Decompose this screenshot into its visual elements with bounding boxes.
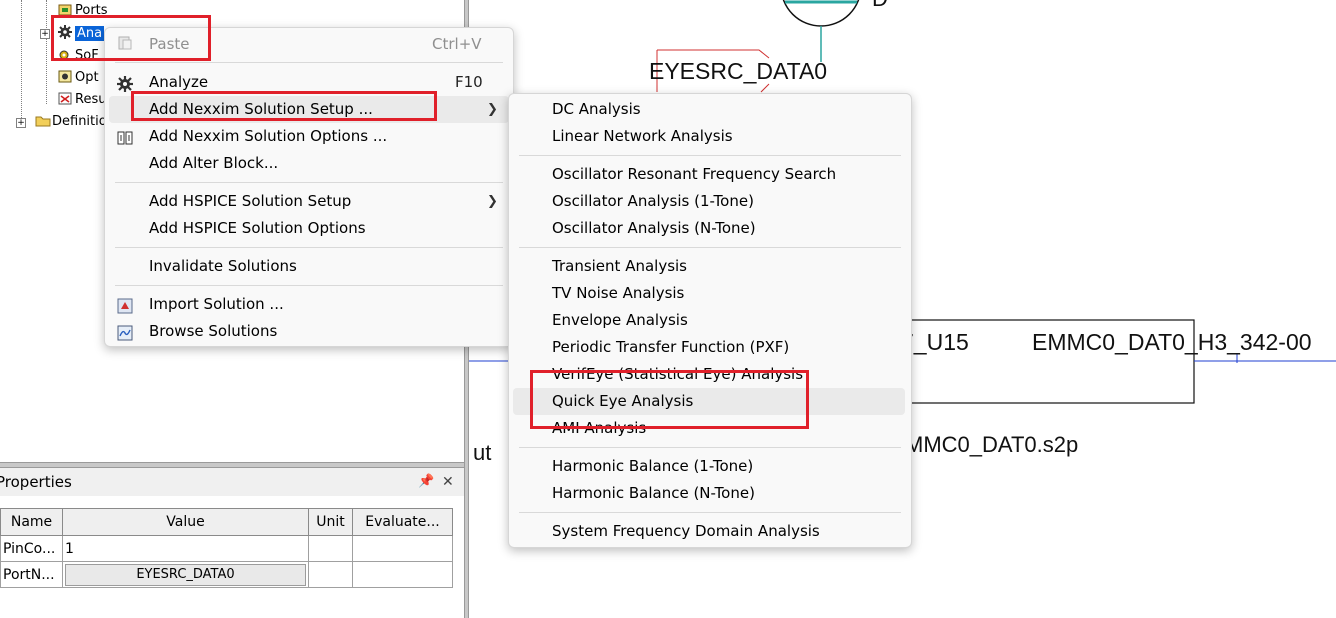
- menu-item-add-nexxim-setup[interactable]: Add Nexxim Solution Setup ... ❯: [109, 96, 509, 123]
- chevron-right-icon: ❯: [487, 102, 498, 117]
- menu-item-browse-solutions[interactable]: Browse Solutions: [105, 318, 513, 345]
- menu-separator: [115, 247, 503, 248]
- browse-icon: [117, 323, 133, 350]
- tree-item-label: SoF: [75, 48, 99, 63]
- submenu-item-pxf[interactable]: Periodic Transfer Function (PXF): [509, 334, 911, 361]
- submenu-item-tv-noise[interactable]: TV Noise Analysis: [509, 280, 911, 307]
- pin-icon[interactable]: 📌: [418, 468, 434, 496]
- menu-separator: [115, 62, 503, 63]
- properties-panel: Properties 📌 ✕ Name Value Unit Evaluate.…: [0, 468, 464, 618]
- menu-item-add-nexxim-options[interactable]: Add Nexxim Solution Options ...: [105, 123, 513, 150]
- submenu-nexxim-setup: DC Analysis Linear Network Analysis Osci…: [508, 93, 912, 548]
- tree-item-definitions[interactable]: Definitio: [35, 113, 107, 131]
- menu-separator: [115, 285, 503, 286]
- property-evaluated: [352, 561, 453, 588]
- ports-icon: [58, 3, 72, 16]
- expand-toggle[interactable]: +: [40, 29, 50, 39]
- submenu-item-quick-eye[interactable]: Quick Eye Analysis: [513, 388, 905, 415]
- tree-item-label: Resu: [75, 92, 107, 107]
- properties-title-bar: Properties 📌 ✕: [0, 468, 464, 496]
- gear-icon: [58, 25, 72, 39]
- tree-item-results[interactable]: Resu: [58, 91, 106, 109]
- panel-title: Properties: [0, 473, 72, 491]
- net-name-label[interactable]: EMMC0_DAT0_H3_342-00: [1032, 329, 1312, 356]
- properties-table: Name Value Unit Evaluate... PinCo... 1 P…: [0, 508, 453, 588]
- eye-source-symbol[interactable]: [781, 0, 861, 62]
- property-unit[interactable]: [308, 561, 353, 588]
- property-name: PinCo...: [0, 535, 63, 562]
- column-header-evaluated[interactable]: Evaluate...: [352, 508, 453, 536]
- menu-separator: [115, 182, 503, 183]
- menu-item-paste[interactable]: Paste Ctrl+V: [105, 31, 513, 58]
- property-unit[interactable]: [308, 535, 353, 562]
- submenu-item-osc-1tone[interactable]: Oscillator Analysis (1-Tone): [509, 188, 911, 215]
- tree-item-label: Ports: [75, 3, 108, 18]
- property-evaluated: [352, 535, 453, 562]
- submenu-item-transient[interactable]: Transient Analysis: [509, 253, 911, 280]
- close-icon[interactable]: ✕: [442, 468, 454, 496]
- menu-separator: [519, 247, 901, 248]
- tree-guide-line: [21, 0, 22, 122]
- menu-item-add-hspice-setup[interactable]: Add HSPICE Solution Setup ❯: [105, 188, 513, 215]
- chevron-right-icon: ❯: [487, 194, 498, 209]
- menu-item-analyze[interactable]: Analyze F10: [105, 69, 513, 96]
- menu-item-invalidate-solutions[interactable]: Invalidate Solutions: [105, 253, 513, 280]
- tree-item-optimetrics[interactable]: Opt: [58, 69, 99, 87]
- column-header-unit[interactable]: Unit: [308, 508, 353, 536]
- column-header-value[interactable]: Value: [62, 508, 309, 536]
- submenu-item-hb-1tone[interactable]: Harmonic Balance (1-Tone): [509, 453, 911, 480]
- label-top-fragment: D: [872, 0, 888, 12]
- tree-item-ports[interactable]: Ports: [58, 2, 108, 20]
- port-name-button[interactable]: EYESRC_DATA0: [65, 563, 306, 586]
- submenu-item-system-freq[interactable]: System Frequency Domain Analysis: [509, 518, 911, 545]
- results-icon: [58, 92, 72, 105]
- tree-item-label: Ana: [75, 26, 105, 41]
- tree-guide-line: [46, 0, 47, 104]
- table-header-row: Name Value Unit Evaluate...: [0, 508, 453, 536]
- table-row: PinCo... 1: [0, 535, 453, 562]
- property-name: PortN...: [0, 561, 63, 588]
- menu-separator: [519, 155, 901, 156]
- tree-item-sof[interactable]: SoF: [58, 47, 99, 65]
- gear-small-icon: [58, 48, 72, 61]
- paste-icon: [117, 32, 133, 59]
- submenu-item-osc-resonant[interactable]: Oscillator Resonant Frequency Search: [509, 161, 911, 188]
- port-name-label[interactable]: EYESRC_DATA0: [649, 58, 827, 85]
- menu-separator: [519, 512, 901, 513]
- tree-item-label: Definitio: [52, 114, 107, 129]
- snp-file-label[interactable]: MMC0_DAT0.s2p: [905, 432, 1078, 458]
- submenu-item-linear-network[interactable]: Linear Network Analysis: [509, 123, 911, 150]
- folder-icon: [35, 114, 51, 127]
- tree-item-analysis[interactable]: Ana: [58, 25, 105, 43]
- menu-item-import-solution[interactable]: Import Solution ...: [105, 291, 513, 318]
- submenu-item-ami[interactable]: AMI Analysis: [509, 415, 911, 442]
- menu-item-add-alter-block[interactable]: Add Alter Block...: [105, 150, 513, 177]
- expand-toggle[interactable]: +: [16, 118, 26, 128]
- submenu-item-hb-ntone[interactable]: Harmonic Balance (N-Tone): [509, 480, 911, 507]
- menu-item-add-hspice-options[interactable]: Add HSPICE Solution Options: [105, 215, 513, 242]
- table-row: PortN... EYESRC_DATA0: [0, 561, 453, 588]
- submenu-item-dc-analysis[interactable]: DC Analysis: [509, 96, 911, 123]
- options-icon: [58, 70, 72, 83]
- property-value[interactable]: EYESRC_DATA0: [62, 561, 309, 588]
- submenu-item-envelope[interactable]: Envelope Analysis: [509, 307, 911, 334]
- column-header-name[interactable]: Name: [0, 508, 63, 536]
- submenu-item-osc-ntone[interactable]: Oscillator Analysis (N-Tone): [509, 215, 911, 242]
- property-value[interactable]: 1: [62, 535, 309, 562]
- tree-item-label: Opt: [75, 70, 99, 85]
- menu-separator: [519, 447, 901, 448]
- submenu-item-verifeye[interactable]: VerifEye (Statistical Eye) Analysis: [509, 361, 911, 388]
- partial-label: ut: [473, 440, 492, 465]
- context-menu: Paste Ctrl+V Analyze F10 Add Nexxim Solu…: [104, 27, 514, 347]
